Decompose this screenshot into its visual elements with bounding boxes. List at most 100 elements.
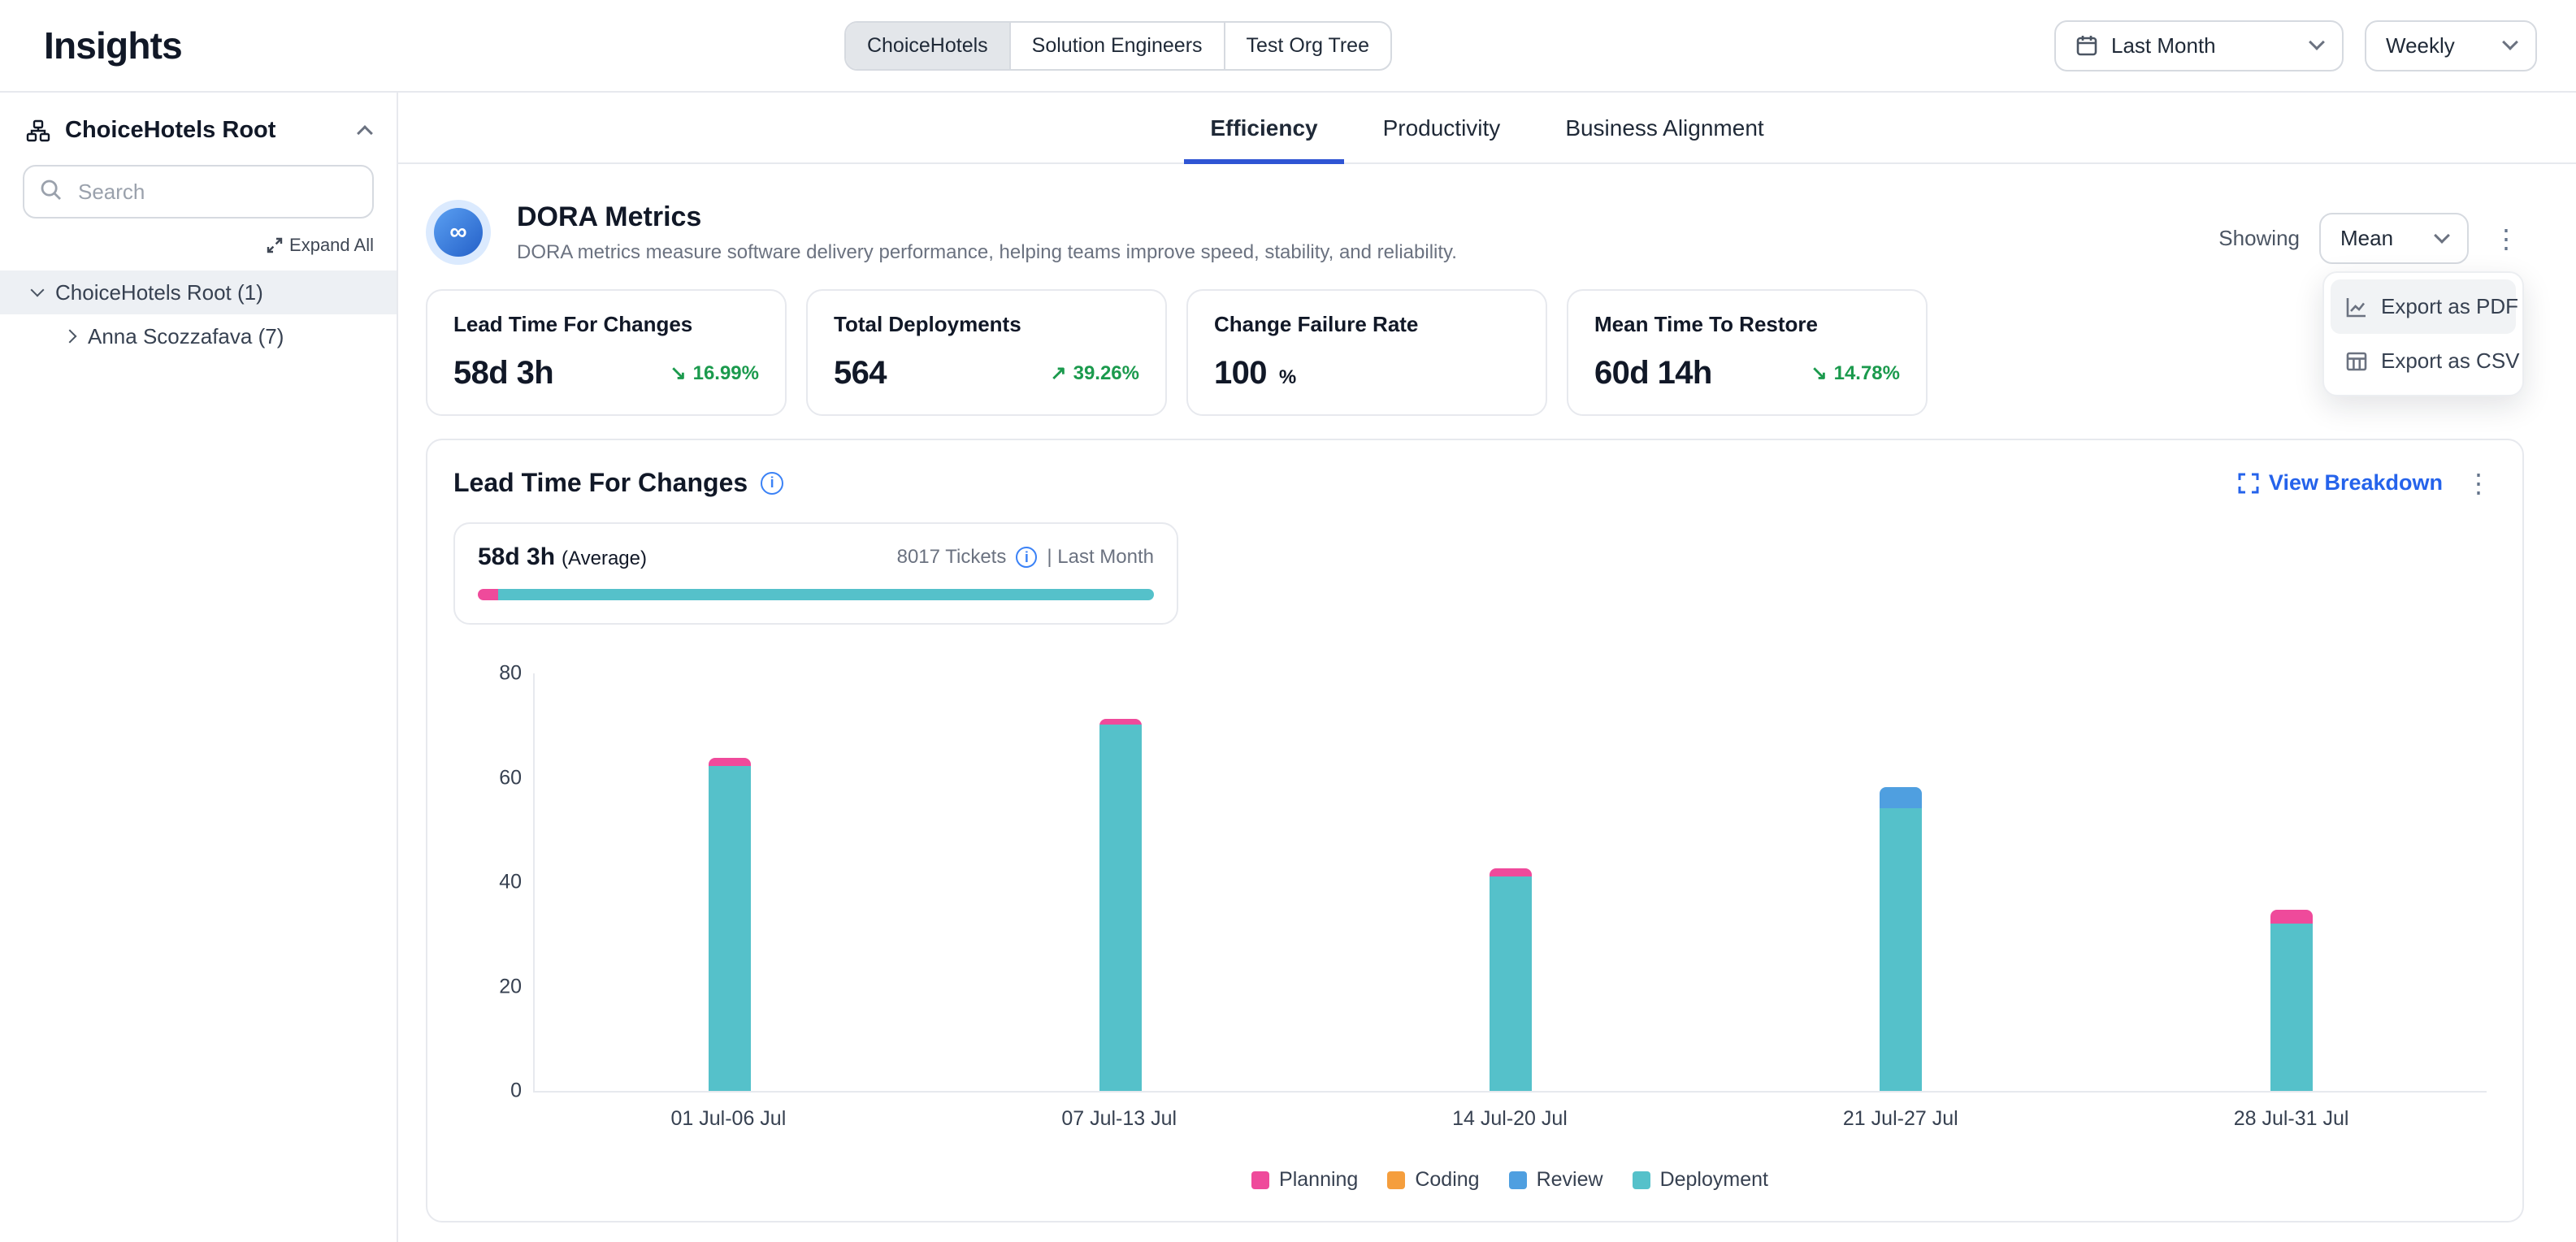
tab-business-alignment[interactable]: Business Alignment — [1539, 93, 1789, 164]
metric-card-total-deployments: Total Deployments 564 ↗ 39.26% — [806, 289, 1167, 416]
average-value: 58d 3h — [478, 543, 555, 571]
y-tick-label: 0 — [463, 1080, 522, 1103]
view-breakdown-button[interactable]: View Breakdown — [2238, 470, 2443, 496]
lead-time-panel: Lead Time For Changes i View Breakdown — [426, 439, 2524, 1223]
legend-item-coding[interactable]: Coding — [1387, 1168, 1479, 1192]
metric-value: 58d 3h — [453, 355, 553, 392]
app-title: Insights — [44, 24, 182, 67]
granularity-select[interactable]: Weekly — [2365, 20, 2537, 71]
legend-item-planning[interactable]: Planning — [1251, 1168, 1358, 1192]
x-axis-labels: 01 Jul-06 Jul07 Jul-13 Jul14 Jul-20 Jul2… — [533, 1107, 2487, 1131]
collapse-sidebar-icon[interactable] — [357, 125, 373, 141]
x-tick-label: 28 Jul-31 Jul — [2096, 1107, 2487, 1131]
progress-segment-planning — [478, 589, 498, 600]
sidebar-title: ChoiceHotels Root — [65, 117, 275, 144]
x-tick-label: 14 Jul-20 Jul — [1315, 1107, 1706, 1131]
y-tick-label: 80 — [463, 662, 522, 686]
tree-node-choicehotels-root[interactable]: ChoiceHotels Root (1) — [0, 270, 397, 314]
expand-arrows-icon — [267, 237, 283, 253]
aggregation-value: Mean — [2340, 226, 2423, 251]
legend-swatch-icon — [1251, 1171, 1269, 1189]
showing-label: Showing — [2218, 226, 2300, 251]
period-label: | Last Month — [1047, 546, 1154, 569]
expand-all-button[interactable]: Expand All — [0, 225, 397, 270]
menu-item-export-csv[interactable]: Export as CSV — [2331, 334, 2516, 388]
legend-item-review[interactable]: Review — [1509, 1168, 1603, 1192]
metric-value: 60d 14h — [1594, 355, 1712, 392]
org-hierarchy-icon — [26, 119, 50, 143]
bar-segment-planning — [1490, 868, 1532, 876]
aggregation-select[interactable]: Mean — [2319, 213, 2469, 264]
chevron-down-icon[interactable] — [31, 283, 45, 297]
progress-segment-deployment — [498, 589, 1154, 600]
org-tab-choicehotels[interactable]: ChoiceHotels — [846, 23, 1011, 69]
x-tick-label: 07 Jul-13 Jul — [924, 1107, 1315, 1131]
stacked-bar[interactable] — [709, 758, 751, 1091]
legend-swatch-icon — [1633, 1171, 1650, 1189]
calendar-icon — [2075, 34, 2098, 57]
x-tick-label: 21 Jul-27 Jul — [1705, 1107, 2096, 1131]
metric-unit: % — [1279, 366, 1296, 388]
date-range-select[interactable]: Last Month — [2054, 20, 2344, 71]
trend-up-icon: ↗ — [1050, 361, 1066, 385]
bar-segment-deployment — [1880, 808, 1922, 1091]
trend-badge: ↗ 39.26% — [1050, 361, 1139, 385]
tab-productivity[interactable]: Productivity — [1357, 93, 1527, 164]
metric-value: 564 — [834, 355, 887, 392]
chevron-down-icon — [2434, 227, 2450, 244]
tab-efficiency[interactable]: Efficiency — [1184, 93, 1343, 164]
main-tab-bar: Efficiency Productivity Business Alignme… — [398, 93, 2576, 164]
trend-badge: ↘ 16.99% — [670, 361, 759, 385]
ticket-count: 8017 Tickets — [897, 546, 1007, 569]
metric-card-lead-time: Lead Time For Changes 58d 3h ↘ 16.99% — [426, 289, 787, 416]
legend-item-deployment[interactable]: Deployment — [1633, 1168, 1768, 1192]
chevron-right-icon[interactable] — [63, 330, 77, 344]
section-description: DORA metrics measure software delivery p… — [517, 241, 1457, 264]
lead-time-chart: 020406080 01 Jul-06 Jul07 Jul-13 Jul14 J… — [533, 673, 2487, 1192]
legend-swatch-icon — [1387, 1171, 1405, 1189]
chart-line-icon — [2345, 296, 2368, 318]
trend-down-icon: ↘ — [670, 361, 686, 385]
y-tick-label: 40 — [463, 871, 522, 894]
metric-value: 100 — [1214, 355, 1267, 391]
info-icon[interactable]: i — [1016, 547, 1037, 568]
org-tab-solution-engineers[interactable]: Solution Engineers — [1011, 23, 1225, 69]
panel-title: Lead Time For Changes — [453, 468, 748, 498]
dora-metrics-header: ∞ DORA Metrics DORA metrics measure soft… — [426, 200, 2524, 265]
granularity-value: Weekly — [2386, 33, 2491, 58]
y-tick-label: 60 — [463, 766, 522, 790]
metric-card-change-failure-rate: Change Failure Rate 100 % — [1186, 289, 1547, 416]
bar-segment-planning — [2270, 910, 2313, 923]
trend-badge: ↘ 14.78% — [1811, 361, 1900, 385]
chart-legend: Planning Coding Review Deployment — [533, 1168, 2487, 1192]
average-summary-card: 58d 3h (Average) 8017 Tickets i | Last M… — [453, 522, 1178, 625]
expand-fullscreen-icon — [2238, 473, 2259, 494]
stacked-bar[interactable] — [1099, 719, 1142, 1091]
bar-segment-deployment — [2270, 924, 2313, 1091]
date-range-value: Last Month — [2111, 33, 2298, 58]
chevron-down-icon — [2309, 34, 2325, 50]
y-tick-label: 20 — [463, 975, 522, 998]
top-bar-controls: Last Month Weekly — [2054, 20, 2537, 71]
top-bar: Insights ChoiceHotels Solution Engineers… — [0, 0, 2576, 93]
kebab-menu-icon[interactable]: ⋮ — [2488, 226, 2524, 252]
search-icon — [39, 178, 63, 202]
chevron-down-icon — [2502, 34, 2518, 50]
search-input[interactable] — [23, 165, 374, 219]
stacked-bar[interactable] — [1490, 868, 1532, 1091]
info-icon[interactable]: i — [761, 472, 783, 495]
tree-node-anna-scozzafava[interactable]: Anna Scozzafava (7) — [0, 314, 397, 358]
phase-distribution-bar — [478, 589, 1154, 600]
stacked-bar[interactable] — [1880, 787, 1922, 1091]
x-tick-label: 01 Jul-06 Jul — [533, 1107, 924, 1131]
lead-time-chart-plot: 020406080 — [533, 673, 2487, 1093]
kebab-menu-icon[interactable]: ⋮ — [2461, 470, 2496, 496]
bar-segment-review — [1880, 787, 1922, 808]
export-menu: Export as PDF Export as CSV — [2322, 271, 2524, 396]
dora-metrics-icon: ∞ — [426, 200, 491, 265]
trend-down-icon: ↘ — [1811, 361, 1827, 385]
org-tab-test-org-tree[interactable]: Test Org Tree — [1225, 23, 1390, 69]
stacked-bar[interactable] — [2270, 910, 2313, 1091]
bar-segment-deployment — [709, 766, 751, 1091]
menu-item-export-pdf[interactable]: Export as PDF — [2331, 279, 2516, 334]
